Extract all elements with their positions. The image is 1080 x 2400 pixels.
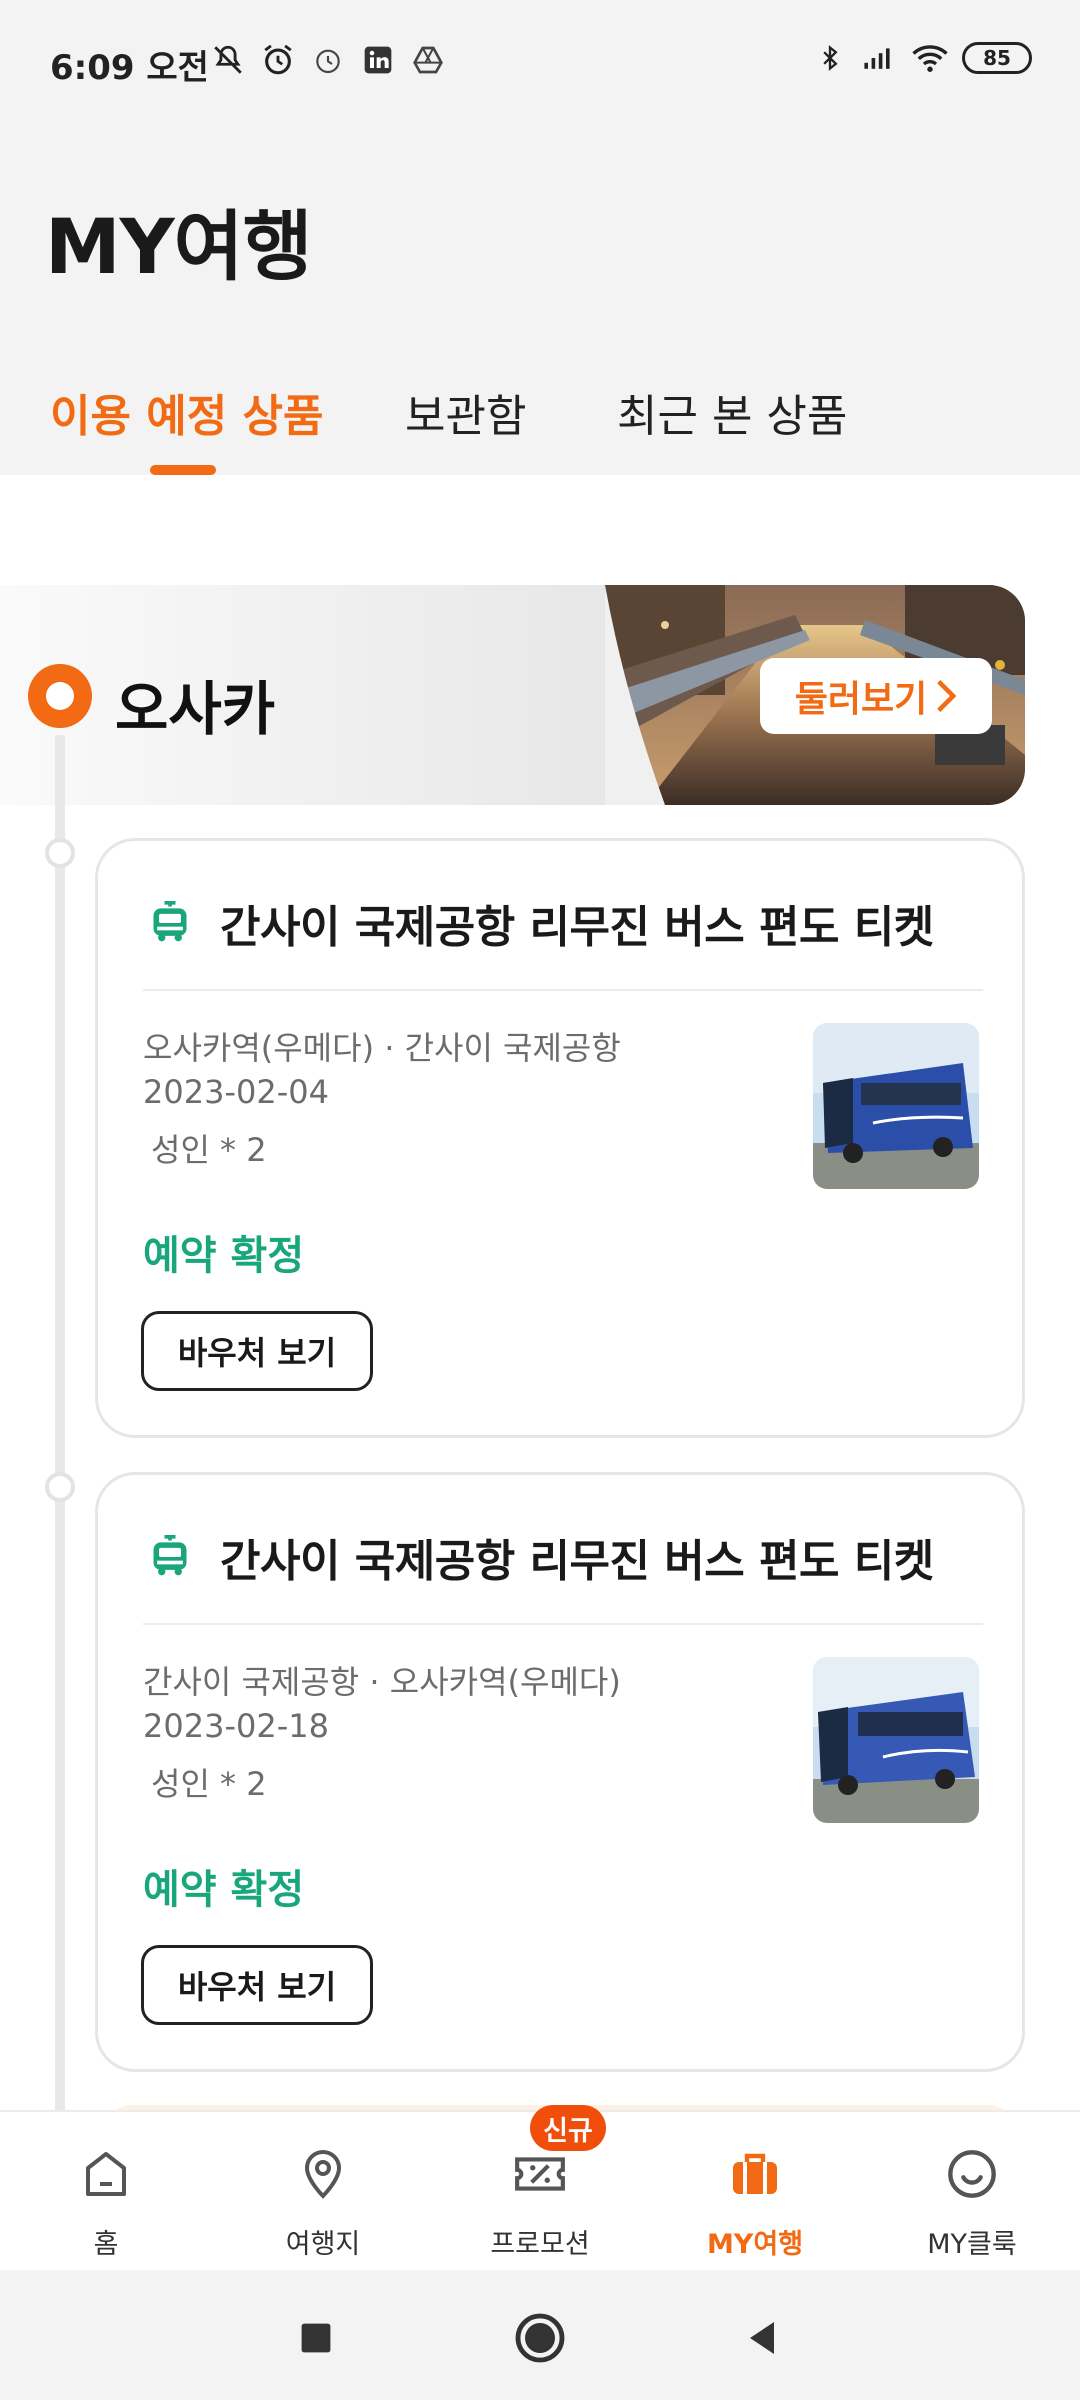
tab-saved[interactable]: 보관함 — [405, 380, 526, 444]
booking-passengers: 성인 * 2 — [151, 1131, 267, 1169]
nav-destinations[interactable]: 여행지 — [233, 2144, 413, 2261]
suitcase-icon — [725, 2144, 785, 2204]
chevron-right-icon — [937, 680, 957, 712]
status-bar: 6:09 오전 85 — [0, 0, 1080, 125]
nav-my-trips[interactable]: MY여행 — [665, 2144, 845, 2261]
nav-label: 홈 — [93, 2229, 119, 2260]
nav-label: 여행지 — [285, 2229, 361, 2260]
view-voucher-button[interactable]: 바우처 보기 — [141, 1945, 373, 2025]
page-title: MY여행 — [45, 202, 313, 291]
bus-thumbnail — [813, 1023, 979, 1189]
nav-promotions[interactable]: 프로모션 — [450, 2144, 630, 2261]
city-name: 오사카 — [115, 675, 276, 743]
nav-home[interactable]: 홈 — [16, 2144, 196, 2261]
booking-date: 2023-02-04 — [143, 1073, 329, 1111]
timeline-line — [55, 735, 65, 2135]
location-pin-icon — [293, 2144, 353, 2204]
recents-button[interactable] — [288, 2310, 344, 2366]
system-nav-bar — [0, 2270, 1080, 2400]
browse-label: 둘러보기 — [794, 679, 928, 720]
bus-thumbnail — [813, 1657, 979, 1823]
nav-label: MY클룩 — [927, 2229, 1017, 2260]
view-voucher-button[interactable]: 바우처 보기 — [141, 1311, 373, 1391]
booking-status: 예약 확정 — [143, 1233, 305, 1279]
tab-upcoming[interactable]: 이용 예정 상품 — [50, 380, 324, 444]
alarm-icon — [260, 42, 296, 78]
timeline-node — [45, 838, 75, 868]
coupon-icon — [510, 2144, 570, 2204]
signal-icon — [862, 40, 898, 76]
status-time: 6:09 오전 — [50, 48, 209, 88]
wifi-icon — [912, 40, 948, 76]
header-area: 6:09 오전 85 MY여행 이용 예정 상품 보관함 최근 본 상품 — [0, 0, 1080, 475]
new-badge: 신규 — [530, 2105, 606, 2151]
bus-icon — [153, 901, 187, 942]
battery-icon: 85 — [962, 42, 1032, 74]
booking-title: 간사이 국제공항 리무진 버스 편도 티켓 — [220, 902, 934, 953]
linkedin-icon — [360, 42, 396, 78]
alarm-outline-icon — [310, 42, 346, 78]
timeline-node — [45, 1472, 75, 1502]
booking-route: 간사이 국제공항 · 오사카역(우메다) — [143, 1663, 621, 1701]
smiley-icon — [942, 2144, 1002, 2204]
mute-icon — [210, 42, 246, 78]
home-button[interactable] — [512, 2310, 568, 2366]
tab-bar: 이용 예정 상품 보관함 최근 본 상품 — [0, 370, 1080, 475]
bluetooth-icon — [812, 40, 848, 76]
card-divider — [143, 989, 983, 991]
drive-icon — [410, 42, 446, 78]
back-button[interactable] — [734, 2310, 790, 2366]
booking-date: 2023-02-18 — [143, 1707, 329, 1745]
nav-label: 프로모션 — [490, 2229, 590, 2260]
active-tab-indicator — [150, 465, 216, 475]
nav-my-klook[interactable]: MY클룩 — [882, 2144, 1062, 2261]
city-marker-icon — [28, 664, 92, 728]
status-icons-left — [210, 42, 446, 78]
booking-title: 간사이 국제공항 리무진 버스 편도 티켓 — [220, 1536, 934, 1587]
browse-button[interactable]: 둘러보기 — [760, 658, 992, 734]
nav-label: MY여행 — [706, 2229, 804, 2260]
card-divider — [143, 1623, 983, 1625]
booking-card[interactable]: 간사이 국제공항 리무진 버스 편도 티켓 오사카역(우메다) · 간사이 국제… — [95, 838, 1025, 1438]
booking-route: 오사카역(우메다) · 간사이 국제공항 — [143, 1029, 621, 1067]
tab-recently-viewed[interactable]: 최근 본 상품 — [617, 380, 847, 444]
booking-status: 예약 확정 — [143, 1867, 305, 1913]
bus-icon — [153, 1535, 187, 1576]
booking-card[interactable]: 간사이 국제공항 리무진 버스 편도 티켓 간사이 국제공항 · 오사카역(우메… — [95, 1472, 1025, 2072]
booking-passengers: 성인 * 2 — [151, 1765, 267, 1803]
status-icons-right: 85 — [812, 40, 1032, 76]
home-icon — [76, 2144, 136, 2204]
